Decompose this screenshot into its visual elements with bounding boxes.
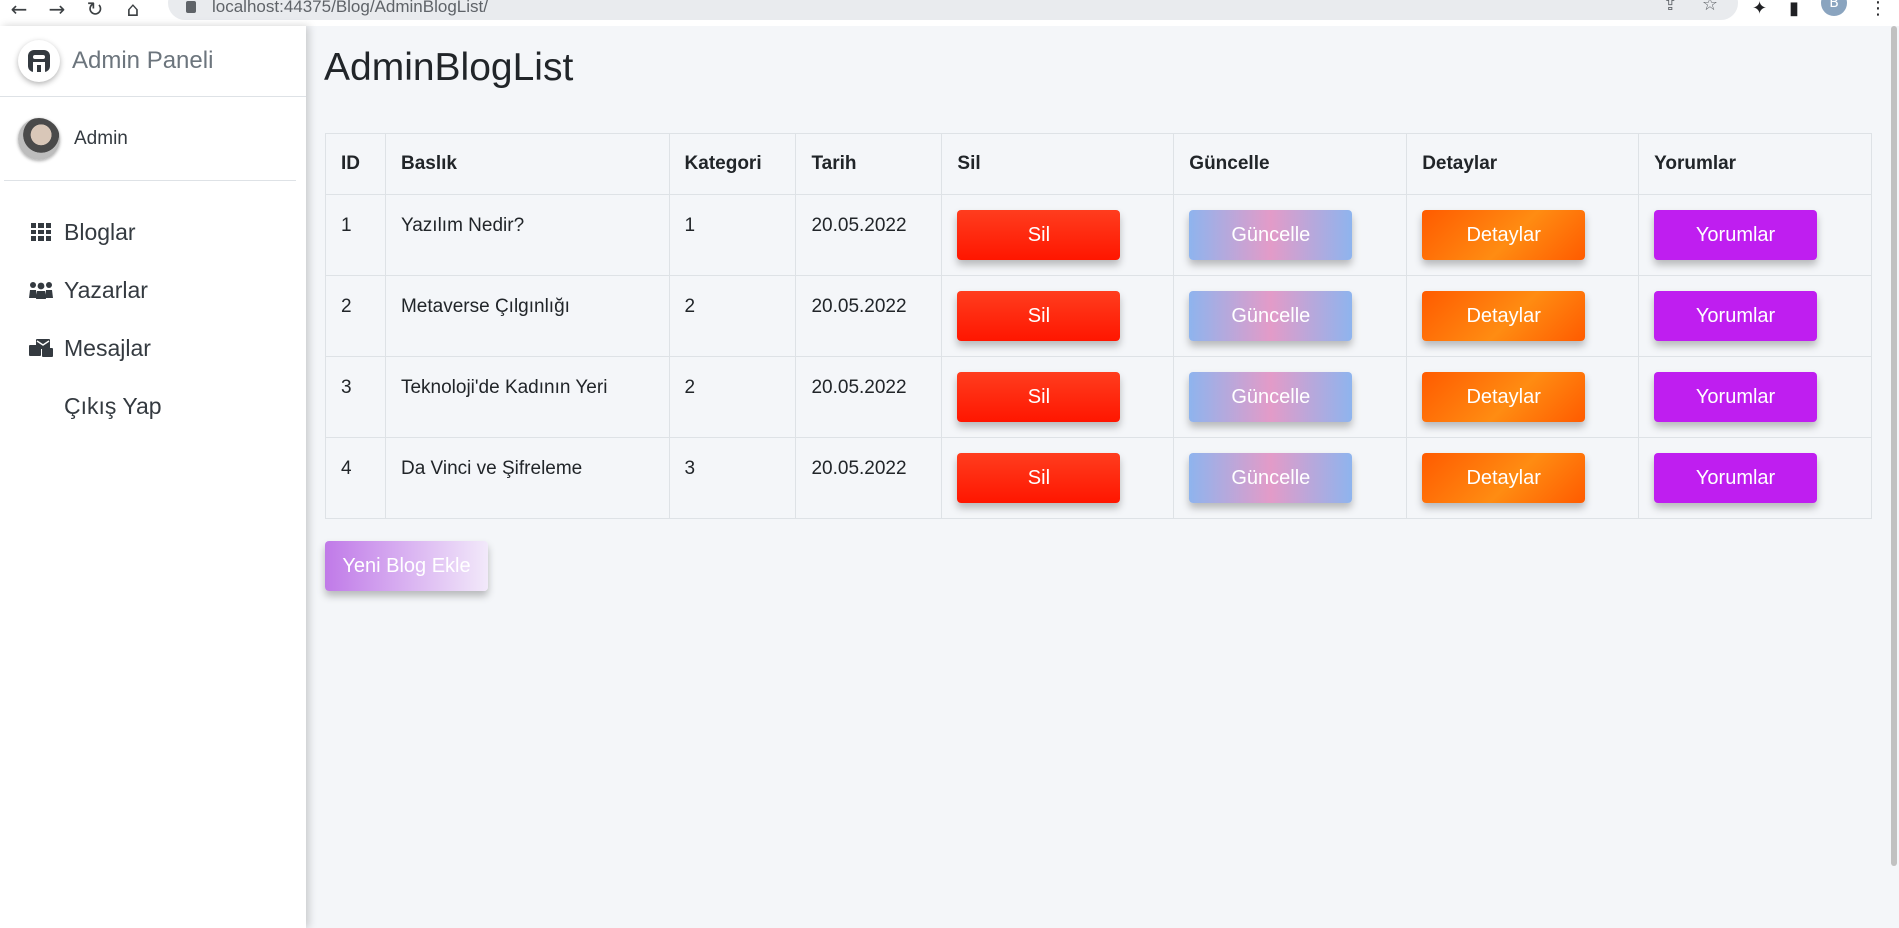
column-header-detaylar: Detaylar [1406, 133, 1640, 195]
users-icon [28, 279, 54, 301]
update-button[interactable]: Güncelle [1189, 210, 1353, 260]
user-avatar [18, 117, 60, 160]
sidebar-menu: Bloglar Yazarlar Mesajlar Çıkış Yap [0, 181, 306, 435]
delete-button[interactable]: Sil [957, 453, 1121, 503]
sidebar-item-yazarlar[interactable]: Yazarlar [0, 261, 306, 319]
new-blog-button[interactable]: Yeni Blog Ekle [325, 541, 488, 591]
share-icon[interactable]: ⇪ [1663, 0, 1678, 15]
table-header-row: ID Baslık Kategori Tarih Sil Güncelle De… [325, 133, 1872, 195]
cell-category: 3 [668, 437, 797, 519]
details-button[interactable]: Detaylar [1422, 372, 1586, 422]
brand-text: Admin Paneli [72, 47, 214, 74]
cell-category: 1 [668, 194, 797, 276]
delete-button[interactable]: Sil [957, 291, 1121, 341]
browser-toolbar: ← → ↻ ⌂ localhost:44375/Blog/AdminBlogLi… [0, 0, 1899, 26]
extensions-icon[interactable]: ✦ [1752, 0, 1767, 19]
lock-icon [186, 1, 196, 13]
cell-date: 20.05.2022 [795, 356, 943, 438]
main-content: AdminBlogList ID Baslık Kategori Tarih S… [306, 26, 1899, 928]
cell-title: Teknoloji'de Kadının Yeri [384, 356, 670, 438]
reload-icon[interactable]: ↻ [76, 0, 114, 20]
sidebar-item-label: Yazarlar [64, 276, 148, 303]
cell-category: 2 [668, 356, 797, 438]
cell-title: Yazılım Nedir? [384, 194, 670, 276]
address-bar[interactable]: localhost:44375/Blog/AdminBlogList/ ⇪ ☆ [168, 0, 1738, 20]
user-panel: Admin [4, 97, 296, 181]
sidebar-item-label: Çıkış Yap [64, 392, 162, 419]
brand-logo-icon [18, 40, 60, 82]
details-button[interactable]: Detaylar [1422, 453, 1586, 503]
cell-date: 20.05.2022 [795, 194, 943, 276]
cell-title: Metaverse Çılgınlığı [384, 275, 670, 357]
comments-button[interactable]: Yorumlar [1654, 291, 1818, 341]
cell-category: 2 [668, 275, 797, 357]
cell-id: 2 [325, 275, 386, 357]
delete-button[interactable]: Sil [957, 210, 1121, 260]
update-button[interactable]: Güncelle [1189, 453, 1353, 503]
table-row: 3 Teknoloji'de Kadının Yeri 2 20.05.2022… [325, 356, 1872, 438]
home-icon[interactable]: ⌂ [114, 0, 152, 20]
forward-icon[interactable]: → [38, 0, 76, 20]
column-header-tarih: Tarih [795, 133, 943, 195]
brand-link[interactable]: Admin Paneli [0, 26, 306, 97]
details-button[interactable]: Detaylar [1422, 291, 1586, 341]
details-button[interactable]: Detaylar [1422, 210, 1586, 260]
column-header-guncelle: Güncelle [1173, 133, 1408, 195]
table-row: 2 Metaverse Çılgınlığı 2 20.05.2022 Sil … [325, 275, 1872, 357]
cell-date: 20.05.2022 [795, 275, 943, 357]
table-row: 1 Yazılım Nedir? 1 20.05.2022 Sil Güncel… [325, 194, 1872, 276]
page-title: AdminBlogList [324, 46, 574, 89]
delete-button[interactable]: Sil [957, 372, 1121, 422]
back-icon[interactable]: ← [0, 0, 38, 20]
sidebar-item-label: Mesajlar [64, 334, 151, 361]
mail-bulk-icon [28, 337, 54, 359]
comments-button[interactable]: Yorumlar [1654, 210, 1818, 260]
update-button[interactable]: Güncelle [1189, 291, 1353, 341]
comments-button[interactable]: Yorumlar [1654, 372, 1818, 422]
column-header-baslik: Baslık [384, 133, 670, 195]
sidebar-item-mesajlar[interactable]: Mesajlar [0, 319, 306, 377]
grid-icon [28, 221, 54, 243]
column-header-yorumlar: Yorumlar [1638, 133, 1872, 195]
profile-avatar[interactable]: B [1821, 0, 1847, 16]
sidebar-item-label: Bloglar [64, 218, 136, 245]
comments-button[interactable]: Yorumlar [1654, 453, 1818, 503]
column-header-kategori: Kategori [668, 133, 797, 195]
sidebar-item-cikis[interactable]: Çıkış Yap [0, 377, 306, 435]
side-panel-icon[interactable]: ▮ [1789, 0, 1799, 19]
scrollbar-thumb[interactable] [1891, 26, 1897, 866]
bookmark-star-icon[interactable]: ☆ [1702, 0, 1718, 15]
user-name[interactable]: Admin [74, 128, 128, 150]
cell-id: 4 [325, 437, 386, 519]
sidebar: Admin Paneli Admin Bloglar Yazarlar Mesa… [0, 26, 306, 928]
column-header-sil: Sil [941, 133, 1175, 195]
column-header-id: ID [325, 133, 386, 195]
update-button[interactable]: Güncelle [1189, 372, 1353, 422]
blog-table: ID Baslık Kategori Tarih Sil Güncelle De… [325, 133, 1872, 519]
cell-id: 3 [325, 356, 386, 438]
cell-date: 20.05.2022 [795, 437, 943, 519]
url-text: localhost:44375/Blog/AdminBlogList/ [212, 0, 488, 16]
browser-menu-icon[interactable]: ⋮ [1869, 0, 1887, 19]
cell-title: Da Vinci ve Şifreleme [384, 437, 670, 519]
sidebar-item-bloglar[interactable]: Bloglar [0, 203, 306, 261]
table-row: 4 Da Vinci ve Şifreleme 3 20.05.2022 Sil… [325, 437, 1872, 519]
cell-id: 1 [325, 194, 386, 276]
